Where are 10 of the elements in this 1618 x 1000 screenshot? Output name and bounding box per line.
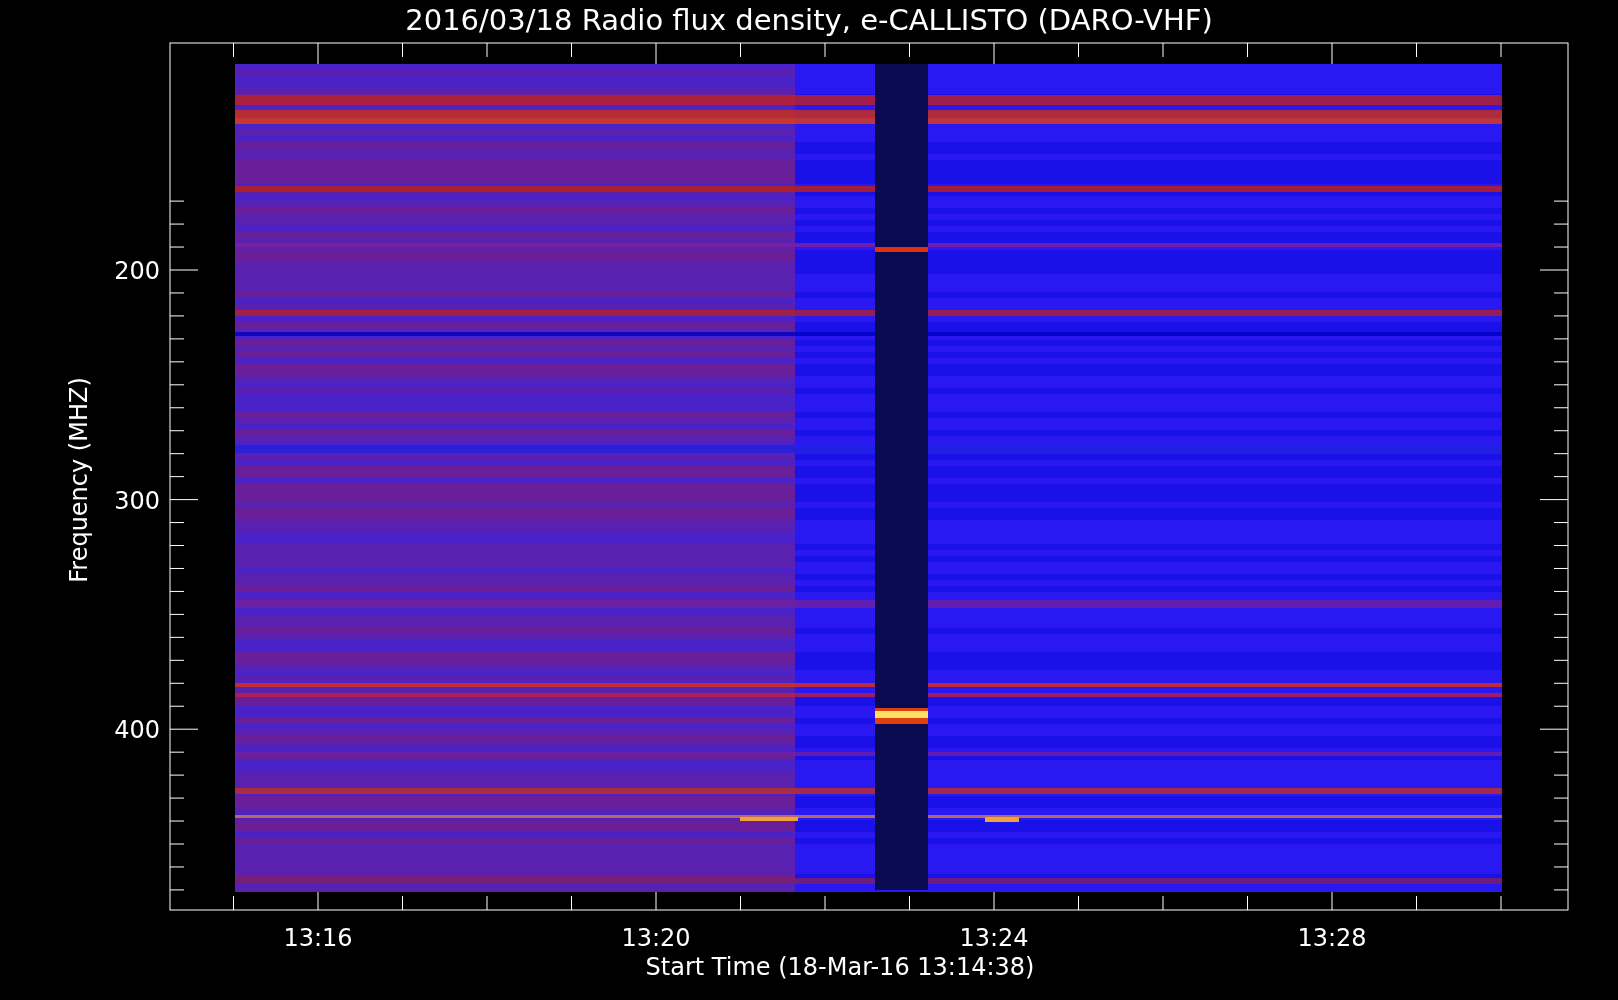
y-axis-tick-label: 200 (114, 257, 160, 285)
x-axis-tick-label: 13:28 (1297, 924, 1367, 952)
y-axis-label: Frequency (MHZ) (65, 377, 93, 583)
y-axis-tick-label: 300 (114, 486, 160, 515)
plot-title: 2016/03/18 Radio flux density, e-CALLISTO (DARO-VHF) (405, 3, 1213, 37)
x-axis-label: Start Time (18-Mar-16 13:14:38) (645, 953, 1035, 981)
x-axis-tick-label: 13:24 (959, 924, 1029, 952)
y-axis-tick-label: 400 (114, 716, 160, 745)
x-axis-tick-label: 13:20 (621, 924, 691, 952)
x-axis-tick-label: 13:16 (283, 924, 353, 952)
